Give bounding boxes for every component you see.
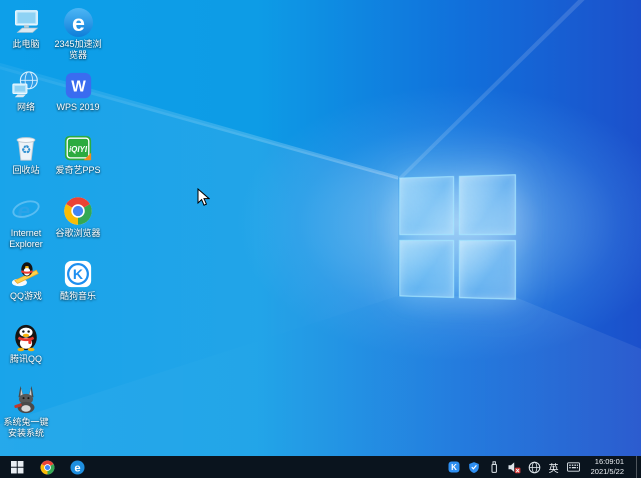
- recycle-bin-icon: ♻: [10, 132, 42, 164]
- icon-label: 酷狗音乐: [59, 291, 96, 301]
- shield-icon: [469, 461, 479, 473]
- clock-date: 2021/5/22: [590, 467, 624, 476]
- icon-label: 腾讯QQ: [9, 354, 42, 364]
- windows-logo: [399, 174, 516, 300]
- icon-label: 谷歌浏览器: [55, 228, 101, 238]
- taskbar: e K 英 16:09:01 2021/5/22: [0, 456, 641, 478]
- icon-label: WPS 2019: [56, 102, 100, 112]
- touch-keyboard-icon: [566, 462, 580, 472]
- desktop-icon-kugou-music[interactable]: K 酷狗音乐: [52, 255, 104, 318]
- desktop-icon-internet-explorer[interactable]: e Internet Explorer: [0, 192, 52, 255]
- chrome-icon: [40, 460, 55, 474]
- iqiyi-pps-icon: iQIYI: [62, 132, 94, 164]
- windows-logo-pane: [399, 239, 454, 298]
- icon-label: Internet Explorer: [9, 228, 43, 249]
- globe-icon: [528, 461, 540, 473]
- kugou-tray-icon: K: [448, 461, 460, 473]
- desktop-icon-2345-browser[interactable]: e 2345加速浏览器: [52, 3, 104, 66]
- windows-logo-pane: [399, 176, 454, 235]
- iqiyi-glyph: iQIYI: [69, 145, 88, 154]
- svg-text:e: e: [74, 462, 80, 474]
- desktop-icon-this-pc[interactable]: 此电脑: [0, 3, 52, 66]
- 2345-browser-taskbar-button[interactable]: e: [69, 459, 86, 476]
- desktop-icon-network[interactable]: 网络: [0, 66, 52, 129]
- qq-games-icon: [10, 258, 42, 290]
- start-button[interactable]: [9, 459, 26, 476]
- desktop-icon-iqiyi-pps[interactable]: iQIYI 爱奇艺PPS: [52, 129, 104, 192]
- internet-explorer-icon: e: [10, 195, 42, 227]
- icon-label: 系统兔一键安装系统: [3, 417, 49, 438]
- kugou-glyph: K: [73, 266, 84, 282]
- desktop-icon-column-1: 此电脑 网络 ♻ 回收站 e Internet Explorer QQ游戏 腾讯…: [0, 3, 52, 444]
- windows-desktop-screen: 此电脑 网络 ♻ 回收站 e Internet Explorer QQ游戏 腾讯…: [0, 0, 641, 478]
- wps-2019-icon: W: [62, 69, 94, 101]
- windows-logo-pane: [458, 174, 516, 235]
- ime-language-indicator[interactable]: 英: [548, 460, 560, 475]
- icon-label: 爱奇艺PPS: [55, 165, 101, 175]
- desktop-icon-recycle-bin[interactable]: ♻ 回收站: [0, 129, 52, 192]
- security-shield-tray-button[interactable]: [468, 461, 481, 474]
- svg-text:K: K: [451, 463, 457, 472]
- chrome-taskbar-button[interactable]: [39, 459, 56, 476]
- usb-icon: [491, 460, 498, 473]
- 2345-browser-icon: e: [70, 459, 85, 474]
- system-tray: K 英 16:09:01 2021/5/22: [448, 456, 641, 478]
- icon-label: 回收站: [12, 165, 40, 175]
- windows-start-icon: [11, 460, 24, 473]
- clock-time: 16:09:01: [594, 456, 624, 466]
- desktop-icon-wps-2019[interactable]: W WPS 2019: [52, 66, 104, 129]
- 2345-browser-icon: e: [62, 6, 94, 38]
- desktop-wallpaper[interactable]: 此电脑 网络 ♻ 回收站 e Internet Explorer QQ游戏 腾讯…: [0, 0, 641, 456]
- chrome-icon: [62, 195, 94, 227]
- taskbar-clock[interactable]: 16:09:01 2021/5/22: [587, 457, 629, 477]
- desktop-icon-system-rabbit[interactable]: 系统兔一键安装系统: [0, 381, 52, 444]
- kugou-tray-button[interactable]: K: [448, 461, 461, 474]
- show-desktop-button[interactable]: [636, 456, 641, 478]
- svg-text:♻: ♻: [21, 145, 31, 157]
- desktop-icon-qq-games[interactable]: QQ游戏: [0, 255, 52, 318]
- network-globe-tray-button[interactable]: [528, 461, 541, 474]
- windows-logo-pane: [458, 239, 516, 300]
- icon-label: 网络: [16, 102, 35, 112]
- 2345-glyph: e: [72, 10, 85, 36]
- mouse-cursor: [197, 187, 211, 207]
- desktop-icon-column-2: e 2345加速浏览器 W WPS 2019 iQIYI 爱奇艺PPS 谷歌浏览…: [52, 3, 104, 318]
- volume-muted-icon: [508, 461, 521, 473]
- network-icon: [10, 69, 42, 101]
- desktop-icon-chrome[interactable]: 谷歌浏览器: [52, 192, 104, 255]
- volume-muted-tray-button[interactable]: [508, 461, 521, 474]
- touch-keyboard-button[interactable]: [566, 461, 580, 474]
- taskbar-left: e: [0, 459, 86, 476]
- tencent-qq-icon: [10, 321, 42, 353]
- icon-label: QQ游戏: [9, 291, 42, 301]
- icon-label: 此电脑: [12, 39, 40, 49]
- system-rabbit-icon: [10, 384, 42, 416]
- usb-device-tray-button[interactable]: [488, 460, 501, 474]
- this-pc-icon: [10, 6, 42, 38]
- icon-label: 2345加速浏览器: [54, 39, 102, 60]
- wps-glyph: W: [71, 78, 86, 95]
- kugou-music-icon: K: [62, 258, 94, 290]
- desktop-icon-tencent-qq[interactable]: 腾讯QQ: [0, 318, 52, 381]
